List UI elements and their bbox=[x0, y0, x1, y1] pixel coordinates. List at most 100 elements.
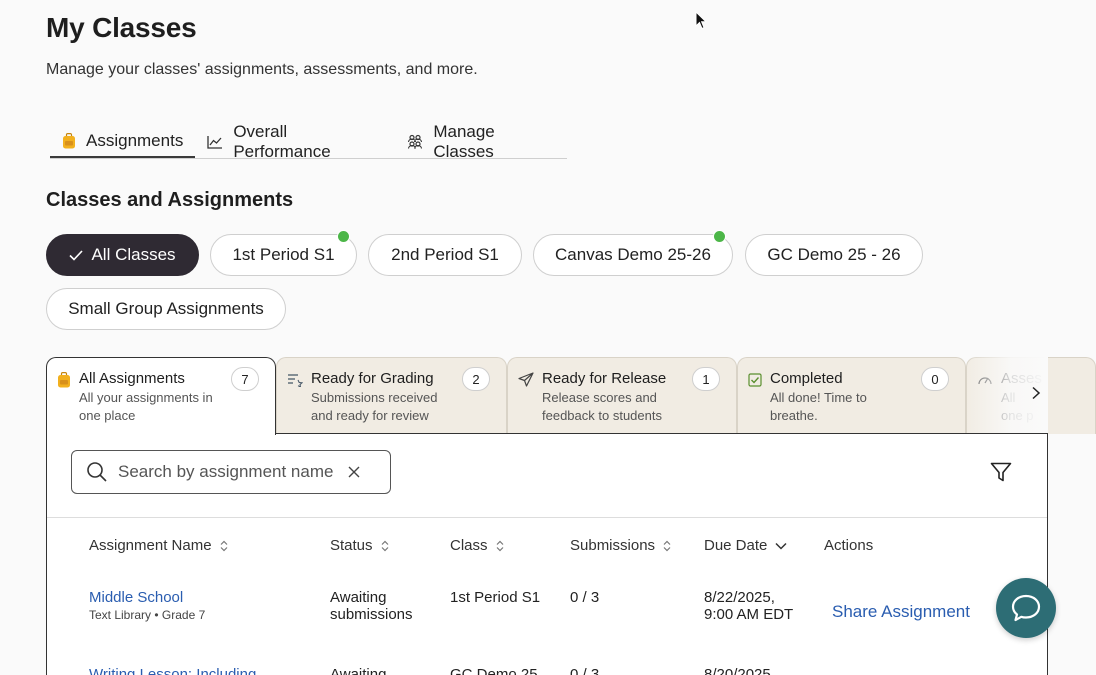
assignment-meta: Text Library • Grade 7 bbox=[89, 608, 206, 622]
class-filter-canvas-demo[interactable]: Canvas Demo 25-26 bbox=[533, 234, 733, 276]
paper-plane-icon bbox=[518, 372, 534, 387]
column-header-label: Status bbox=[330, 537, 373, 554]
tab-overall-performance[interactable]: Overall Performance bbox=[195, 122, 395, 161]
status-card-ready-for-release[interactable]: Ready for Release Release scores and fee… bbox=[507, 357, 737, 434]
share-assignment-button[interactable]: Share Assignment bbox=[832, 603, 970, 620]
help-chat-button[interactable] bbox=[996, 578, 1056, 638]
chevron-right-icon[interactable] bbox=[1031, 386, 1041, 400]
status-card-desc: All done! Time to bbox=[770, 390, 867, 405]
status-card-desc: Submissions received bbox=[311, 390, 438, 405]
class-filter-label: 2nd Period S1 bbox=[391, 245, 499, 264]
sort-icon bbox=[220, 540, 227, 551]
backpack-icon bbox=[63, 132, 75, 148]
table-row-2-submissions: 0 / 3 bbox=[570, 666, 600, 675]
status-card-count: 7 bbox=[231, 367, 259, 391]
table-row-1-due-date: 8/22/2025, 9:00 AM EDT bbox=[704, 589, 793, 623]
checkbox-icon bbox=[748, 373, 762, 387]
column-header-class[interactable]: Class bbox=[450, 537, 504, 554]
class-filter-label: Canvas Demo 25-26 bbox=[555, 245, 711, 264]
class-filter-label: 1st Period S1 bbox=[232, 245, 335, 264]
notification-dot bbox=[337, 230, 350, 243]
column-header-label: Class bbox=[450, 537, 488, 554]
class-filter-gc-demo[interactable]: GC Demo 25 - 26 bbox=[745, 234, 923, 276]
sort-icon bbox=[496, 540, 503, 551]
due-date-text: 9:00 AM EDT bbox=[704, 606, 794, 623]
chat-bubble-icon bbox=[1011, 594, 1041, 622]
status-text: Awaiting bbox=[330, 589, 387, 606]
mouse-cursor-icon bbox=[695, 11, 707, 30]
status-card-title: Ready for Grading bbox=[311, 370, 434, 387]
table-row-2-status: Awaiting bbox=[330, 666, 387, 675]
table-row-2-class: GC Demo 25 bbox=[450, 666, 538, 675]
grading-list-icon bbox=[288, 374, 303, 387]
status-card-desc: breathe. bbox=[770, 408, 818, 423]
sort-icon bbox=[663, 540, 671, 551]
filter-icon[interactable] bbox=[990, 462, 1012, 482]
page-subtitle: Manage your classes' assignments, assess… bbox=[46, 61, 478, 78]
column-header-submissions[interactable]: Submissions bbox=[570, 537, 671, 554]
status-card-title: All Assignments bbox=[79, 370, 185, 387]
section-title: Classes and Assignments bbox=[46, 189, 294, 211]
column-header-due-date[interactable]: Due Date bbox=[704, 537, 787, 554]
tab-manage-classes[interactable]: Manage Classes bbox=[395, 122, 567, 161]
column-header-assignment-name[interactable]: Assignment Name bbox=[89, 537, 228, 554]
column-header-label: Submissions bbox=[570, 537, 656, 554]
status-card-count: 0 bbox=[921, 367, 949, 391]
status-card-completed[interactable]: Completed All done! Time to breathe. 0 bbox=[737, 357, 966, 434]
status-card-count: 2 bbox=[462, 367, 490, 391]
status-card-desc: Release scores and bbox=[542, 390, 657, 405]
column-header-label: Assignment Name bbox=[89, 537, 212, 554]
gauge-icon bbox=[978, 377, 992, 385]
table-row-2-due-date: 8/20/2025 bbox=[704, 666, 771, 675]
backpack-icon bbox=[58, 372, 70, 388]
tab-label: Overall Performance bbox=[233, 121, 331, 161]
status-card-desc: and ready for review bbox=[311, 408, 429, 423]
chevron-down-icon bbox=[775, 542, 787, 550]
search-box[interactable] bbox=[71, 450, 391, 494]
sort-icon bbox=[381, 540, 388, 551]
column-header-label: Due Date bbox=[704, 537, 768, 554]
status-card-desc: one place bbox=[79, 408, 136, 423]
status-card-desc: All your assignments in bbox=[79, 390, 213, 405]
main-tabs: Assignments Overall Performance Manage C… bbox=[50, 122, 567, 161]
panel-border bbox=[275, 433, 1048, 434]
line-chart-icon bbox=[207, 135, 223, 149]
status-text: submissions bbox=[330, 606, 413, 623]
class-filter-small-group[interactable]: Small Group Assignments bbox=[46, 288, 286, 330]
page-title: My Classes bbox=[46, 12, 197, 43]
class-filter-label: GC Demo 25 - 26 bbox=[767, 245, 901, 264]
status-card-ready-for-grading[interactable]: Ready for Grading Submissions received a… bbox=[276, 357, 507, 434]
column-header-label: Actions bbox=[824, 537, 874, 554]
table-row-2-name[interactable]: Writing Lesson: Including bbox=[89, 666, 256, 675]
status-card-desc: one p bbox=[1001, 408, 1034, 423]
table-header-divider bbox=[47, 517, 1047, 518]
table-row-1-class: 1st Period S1 bbox=[450, 589, 541, 606]
search-input[interactable] bbox=[118, 462, 348, 482]
tab-assignments[interactable]: Assignments bbox=[50, 125, 196, 158]
table-row-1-status: Awaiting submissions bbox=[330, 589, 413, 623]
status-card-title: Completed bbox=[770, 370, 843, 387]
status-card-all-assignments[interactable]: All Assignments All your assignments in … bbox=[46, 357, 276, 435]
class-filter-all-classes[interactable]: All Classes bbox=[46, 234, 199, 276]
column-header-status[interactable]: Status bbox=[330, 537, 389, 554]
search-icon bbox=[87, 462, 107, 482]
tab-label: Manage Classes bbox=[433, 121, 495, 161]
status-card-desc: feedback to students bbox=[542, 408, 662, 423]
class-filter-1st-period-s1[interactable]: 1st Period S1 bbox=[210, 234, 357, 276]
due-date-text: 8/22/2025, bbox=[704, 589, 775, 606]
table-row-1-name: Middle School Text Library • Grade 7 bbox=[89, 589, 205, 624]
clear-icon[interactable] bbox=[348, 466, 360, 478]
status-card-title: Ready for Release bbox=[542, 370, 667, 387]
tab-label: Assignments bbox=[86, 130, 184, 150]
class-filter-2nd-period-s1[interactable]: 2nd Period S1 bbox=[368, 234, 522, 276]
class-filter-label: All Classes bbox=[91, 245, 176, 264]
table-row-1-submissions: 0 / 3 bbox=[570, 589, 600, 606]
assignment-link[interactable]: Middle School bbox=[89, 589, 205, 606]
status-card-count: 1 bbox=[692, 367, 720, 391]
column-header-actions: Actions bbox=[824, 537, 873, 554]
notification-dot bbox=[713, 230, 726, 243]
people-group-icon bbox=[408, 134, 423, 149]
check-icon bbox=[69, 249, 84, 261]
status-card-title: Asses bbox=[1001, 370, 1042, 387]
class-filter-label: Small Group Assignments bbox=[68, 299, 264, 318]
